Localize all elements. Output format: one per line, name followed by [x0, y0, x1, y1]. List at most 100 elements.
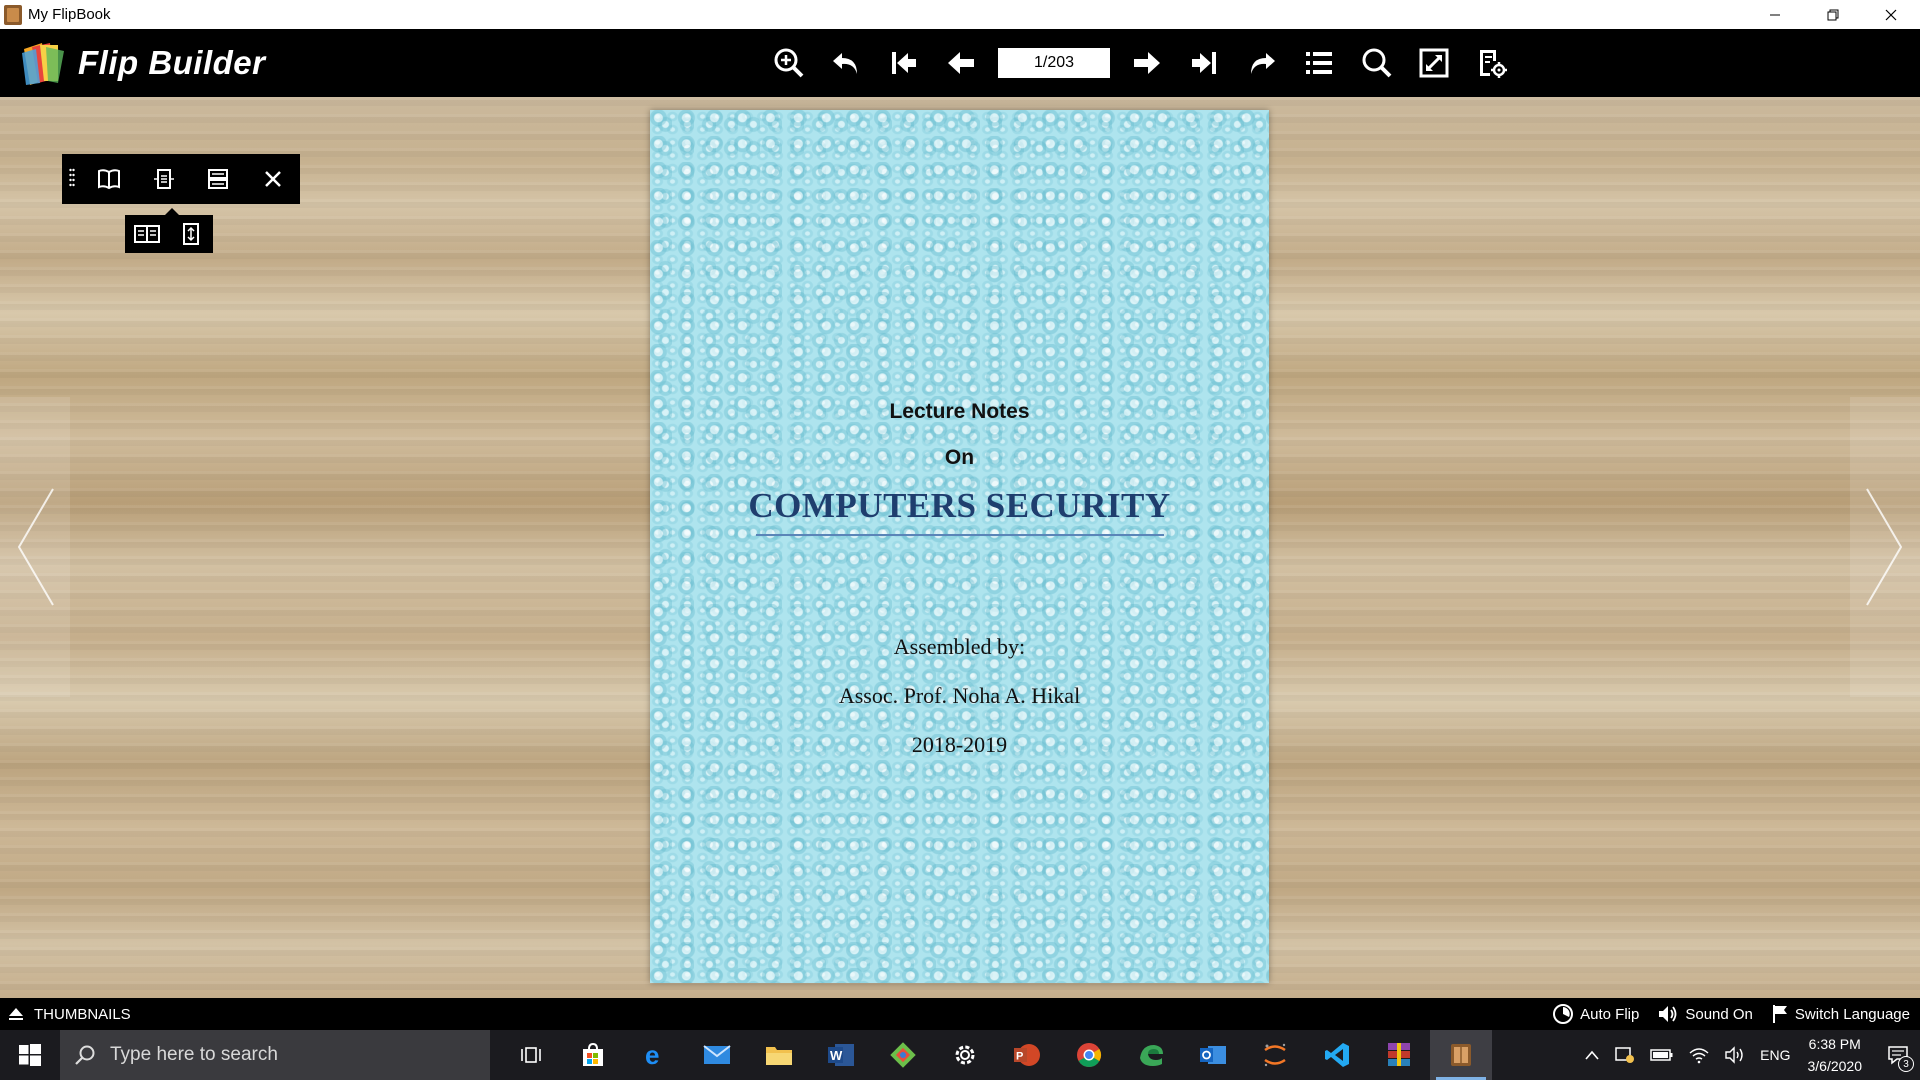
fit-height-button[interactable]	[171, 215, 211, 253]
table-of-contents-button[interactable]	[1291, 40, 1349, 86]
cover-year: 2018-2019	[911, 732, 1008, 757]
file-explorer-icon	[766, 1047, 792, 1065]
last-page-button[interactable]	[1176, 40, 1234, 86]
brand: Flip Builder	[18, 39, 266, 87]
previous-page-button[interactable]	[933, 40, 991, 86]
taskbar-jupyter[interactable]	[1244, 1030, 1306, 1080]
chevron-up-icon	[1585, 1050, 1599, 1060]
settings-button[interactable]	[1463, 40, 1521, 86]
winrar-icon	[1388, 1043, 1410, 1066]
grip-icon	[69, 168, 75, 187]
show-hidden-icons-button[interactable]	[1584, 1049, 1600, 1061]
page-number-input[interactable]	[998, 48, 1110, 78]
first-page-button[interactable]	[875, 40, 933, 86]
taskbar-mail[interactable]	[686, 1030, 748, 1080]
flipbook-icon	[1451, 1044, 1471, 1066]
volume-icon	[1725, 1046, 1743, 1064]
switch-language-button[interactable]: Switch Language	[1771, 1004, 1910, 1024]
single-page-button[interactable]	[136, 154, 191, 204]
taskbar-clock[interactable]: 6:38 PM 3/6/2020	[1808, 1033, 1863, 1077]
flag-icon	[1772, 1005, 1787, 1023]
chevron-left-icon	[17, 488, 54, 606]
speaker-icon	[1659, 1006, 1677, 1022]
double-page-button[interactable]	[127, 215, 167, 253]
git-icon	[890, 1042, 916, 1068]
system-tray: ENG 6:38 PM 3/6/2020 3	[1577, 1030, 1920, 1080]
scroll-view-icon	[208, 169, 229, 189]
chrome-icon	[1077, 1043, 1102, 1068]
cover-author: Assoc. Prof. Noha A. Hikal	[838, 683, 1081, 708]
taskbar-flipbook[interactable]	[1430, 1030, 1492, 1080]
taskbar-powerpoint[interactable]: P	[996, 1030, 1058, 1080]
book-page-cover[interactable]: Lecture Notes On COMPUTERS SECURITY Asse…	[650, 110, 1269, 983]
word-icon: W	[828, 1044, 854, 1066]
search-button[interactable]	[1348, 40, 1406, 86]
thumbnails-label: THUMBNAILS	[34, 1005, 131, 1023]
next-page-side-button[interactable]	[1850, 397, 1920, 697]
next-page-button[interactable]	[1118, 40, 1176, 86]
search-icon	[1362, 48, 1392, 78]
svg-text:P: P	[1016, 1051, 1023, 1063]
minimize-button[interactable]	[1746, 0, 1804, 29]
settings-icon	[1479, 50, 1507, 78]
taskbar-word[interactable]: W	[810, 1030, 872, 1080]
store-icon	[583, 1042, 603, 1066]
svg-text:e: e	[645, 1042, 659, 1068]
flipbook-toolbar: Flip Builder	[0, 29, 1920, 97]
fit-height-icon	[183, 223, 199, 245]
taskbar-vscode[interactable]	[1306, 1030, 1368, 1080]
taskbar-store[interactable]	[562, 1030, 624, 1080]
battery-tray-button[interactable]	[1650, 1048, 1674, 1062]
zoom-in-button[interactable]	[760, 40, 818, 86]
battery-icon	[1650, 1049, 1673, 1061]
double-page-icon	[134, 225, 160, 243]
edge-icon: e	[645, 1042, 659, 1068]
thumbnails-toggle[interactable]: THUMBNAILS	[8, 1006, 131, 1023]
network-tray-button[interactable]	[1688, 1046, 1710, 1064]
taskbar-chrome[interactable]	[1058, 1030, 1120, 1080]
action-center-button[interactable]: 3	[1876, 1030, 1920, 1080]
flipbook-app-icon	[4, 4, 22, 25]
auto-flip-label: Auto Flip	[1580, 1005, 1640, 1023]
taskbar-edge[interactable]: e	[624, 1030, 686, 1080]
security-tray-button[interactable]	[1614, 1045, 1636, 1065]
previous-page-side-button[interactable]	[0, 397, 70, 697]
taskbar-outlook[interactable]	[1182, 1030, 1244, 1080]
sound-toggle-button[interactable]: Sound On	[1657, 1004, 1753, 1024]
window-title-bar: My FlipBook	[0, 0, 1920, 29]
view-mode-submenu	[125, 208, 213, 253]
table-of-contents-icon	[1306, 52, 1333, 74]
undo-button[interactable]	[818, 40, 876, 86]
svg-text:W: W	[830, 1048, 843, 1063]
taskbar-search-box[interactable]: Type here to search	[60, 1030, 490, 1080]
taskbar-git[interactable]	[872, 1030, 934, 1080]
taskbar-settings[interactable]	[934, 1030, 996, 1080]
drag-handle[interactable]	[62, 154, 82, 204]
cover-line-lecture-notes: Lecture Notes	[889, 400, 1030, 423]
fullscreen-button[interactable]	[1406, 40, 1464, 86]
close-window-button[interactable]	[1862, 0, 1920, 29]
input-language-button[interactable]: ENG	[1760, 1047, 1790, 1063]
book-view-button[interactable]	[82, 154, 137, 204]
taskbar-file-explorer[interactable]	[748, 1030, 810, 1080]
zoom-in-icon	[774, 48, 804, 78]
scroll-view-button[interactable]	[191, 154, 246, 204]
previous-page-icon	[948, 52, 975, 74]
taskbar-edge-dev[interactable]	[1120, 1030, 1182, 1080]
redo-button[interactable]	[1233, 40, 1291, 86]
auto-flip-button[interactable]: Auto Flip	[1552, 1003, 1639, 1025]
cover-assembled-by: Assembled by:	[893, 634, 1026, 659]
task-view-button[interactable]	[500, 1030, 562, 1080]
switch-language-label: Switch Language	[1794, 1005, 1910, 1023]
undo-icon	[833, 53, 858, 74]
mail-icon	[703, 1045, 731, 1064]
start-button[interactable]	[0, 1030, 60, 1080]
taskbar-winrar[interactable]	[1368, 1030, 1430, 1080]
close-view-toolbar-button[interactable]	[245, 154, 300, 204]
fullscreen-icon	[1419, 48, 1449, 78]
volume-tray-button[interactable]	[1724, 1046, 1746, 1064]
window-controls	[1746, 0, 1920, 29]
chevron-right-icon	[1866, 488, 1903, 606]
task-view-icon	[521, 1047, 541, 1063]
restore-button[interactable]	[1804, 0, 1862, 29]
